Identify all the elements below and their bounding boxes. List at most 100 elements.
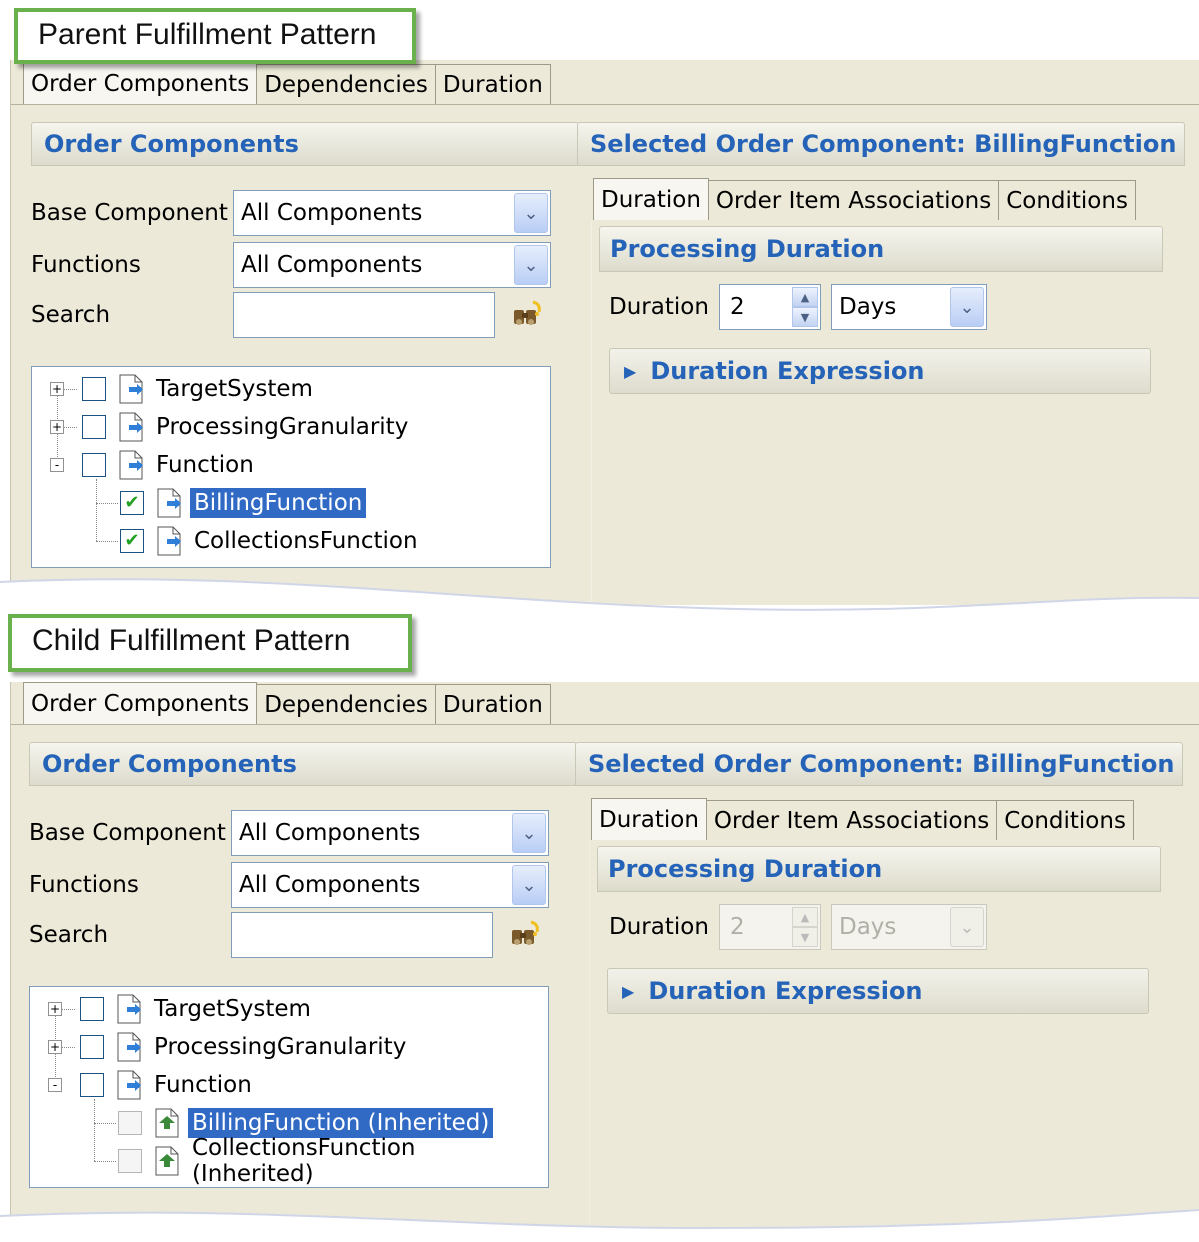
torn-edge <box>0 1209 1199 1242</box>
base-component-select[interactable]: All Components ⌄ <box>233 190 551 236</box>
chevron-down-icon[interactable]: ⌄ <box>512 865 546 905</box>
tree-node[interactable]: CollectionsFunction (Inherited) <box>118 1135 548 1187</box>
duration-unit-select-disabled: Days ⌄ <box>831 904 987 950</box>
editor-window: Order Components Dependencies Duration O… <box>10 682 1199 1227</box>
functions-value: All Components <box>241 252 423 278</box>
duration-label: Duration <box>609 914 709 940</box>
main-tabbar: Order Components Dependencies Duration <box>23 62 551 104</box>
base-component-value: All Components <box>239 820 421 846</box>
checkbox[interactable] <box>82 415 106 439</box>
tab-duration[interactable]: Duration <box>593 178 709 220</box>
pattern-label: Parent Fulfillment Pattern <box>14 8 416 64</box>
pattern-label: Child Fulfillment Pattern <box>8 614 412 672</box>
chevron-down-icon[interactable]: ⌄ <box>950 287 984 327</box>
checkbox-checked[interactable]: ✔ <box>120 491 144 515</box>
checkbox-disabled <box>118 1111 142 1135</box>
tree-node[interactable]: TargetSystem <box>80 992 315 1026</box>
child-pattern-panel: Child Fulfillment Pattern Order Componen… <box>0 614 1199 1242</box>
inherited-document-icon <box>155 1146 179 1176</box>
tab-conditions[interactable]: Conditions <box>996 800 1134 840</box>
tab-order-item-associations[interactable]: Order Item Associations <box>705 800 998 840</box>
search-label: Search <box>29 922 109 948</box>
tree-node-label: Function <box>156 452 254 478</box>
tab-dependencies[interactable]: Dependencies <box>256 684 436 724</box>
tree-node[interactable]: ✔ CollectionsFunction <box>120 524 422 558</box>
tree-node-label: Function <box>154 1072 252 1098</box>
tree-node[interactable]: Function <box>82 448 258 482</box>
base-component-label: Base Component <box>29 820 226 846</box>
functions-label: Functions <box>29 872 139 898</box>
expand-triangle-icon: ▶ <box>622 981 635 1001</box>
tab-duration[interactable]: Duration <box>591 798 707 840</box>
tree-node[interactable]: Function <box>80 1068 256 1102</box>
checkbox[interactable] <box>82 453 106 477</box>
tab-conditions[interactable]: Conditions <box>998 180 1136 220</box>
expand-icon[interactable]: + <box>48 1040 62 1054</box>
tree-node[interactable]: ✔ BillingFunction <box>120 486 367 520</box>
tree-node[interactable]: ProcessingGranularity <box>80 1030 410 1064</box>
collapse-icon[interactable]: - <box>48 1078 62 1092</box>
section-title: Selected Order Component: BillingFunctio… <box>588 750 1175 778</box>
section-title: Processing Duration <box>610 235 885 263</box>
section-title: Processing Duration <box>608 855 883 883</box>
section-title: Selected Order Component: BillingFunctio… <box>590 130 1177 158</box>
spin-up-icon[interactable]: ▲ <box>792 287 818 307</box>
document-icon <box>117 1032 141 1062</box>
duration-unit-value: Days <box>839 294 897 320</box>
duration-unit-select[interactable]: Days ⌄ <box>831 284 987 330</box>
expression-label: Duration Expression <box>648 977 923 1005</box>
order-components-header: Order Components <box>29 742 577 786</box>
tree-node-label: TargetSystem <box>154 996 311 1022</box>
right-tab-body <box>589 840 1163 1227</box>
spin-down-icon: ▼ <box>792 927 818 947</box>
right-tab-body <box>591 220 1165 605</box>
section-title: Order Components <box>44 130 299 158</box>
collapse-icon[interactable]: - <box>50 458 64 472</box>
tab-order-components[interactable]: Order Components <box>23 682 258 724</box>
spin-down-icon[interactable]: ▼ <box>792 307 818 327</box>
main-tabbar: Order Components Dependencies Duration <box>23 682 551 724</box>
tree-node-label: CollectionsFunction (Inherited) <box>191 1135 416 1187</box>
base-component-select[interactable]: All Components ⌄ <box>231 810 549 856</box>
tab-order-item-associations[interactable]: Order Item Associations <box>707 180 1000 220</box>
tree-node[interactable]: TargetSystem <box>82 372 317 406</box>
selected-component-header: Selected Order Component: BillingFunctio… <box>575 742 1183 786</box>
binoculars-search-icon[interactable] <box>511 298 545 332</box>
duration-value: 2 <box>730 914 745 940</box>
chevron-down-icon[interactable]: ⌄ <box>512 813 546 853</box>
duration-expression-toggle[interactable]: ▶ Duration Expression <box>609 348 1151 394</box>
checkbox[interactable] <box>80 1035 104 1059</box>
tab-dependencies[interactable]: Dependencies <box>256 64 436 104</box>
functions-select[interactable]: All Components ⌄ <box>233 242 551 288</box>
duration-expression-toggle[interactable]: ▶ Duration Expression <box>607 968 1149 1014</box>
checkbox-checked[interactable]: ✔ <box>120 529 144 553</box>
chevron-down-icon[interactable]: ⌄ <box>514 193 548 233</box>
duration-unit-value: Days <box>839 914 897 940</box>
tab-duration[interactable]: Duration <box>434 64 551 104</box>
tree-node[interactable]: ProcessingGranularity <box>82 410 412 444</box>
right-tabbar: Duration Order Item Associations Conditi… <box>593 178 1136 220</box>
base-component-label: Base Component <box>31 200 228 226</box>
checkbox[interactable] <box>80 1073 104 1097</box>
expand-triangle-icon: ▶ <box>624 361 637 381</box>
checkbox-disabled <box>118 1149 142 1173</box>
tab-order-components[interactable]: Order Components <box>23 62 258 104</box>
expand-icon[interactable]: + <box>48 1002 62 1016</box>
binoculars-search-icon[interactable] <box>509 918 543 952</box>
tree-node-label: ProcessingGranularity <box>156 414 409 440</box>
functions-select[interactable]: All Components ⌄ <box>231 862 549 908</box>
search-label: Search <box>31 302 111 328</box>
chevron-down-icon: ⌄ <box>950 907 984 947</box>
checkbox[interactable] <box>80 997 104 1021</box>
tab-duration[interactable]: Duration <box>434 684 551 724</box>
document-icon <box>157 526 181 556</box>
expand-icon[interactable]: + <box>50 382 64 396</box>
checkbox[interactable] <box>82 377 106 401</box>
expand-icon[interactable]: + <box>50 420 64 434</box>
search-input[interactable] <box>231 912 493 958</box>
duration-spinner[interactable]: 2 ▲ ▼ <box>719 284 821 330</box>
chevron-down-icon[interactable]: ⌄ <box>514 245 548 285</box>
search-input[interactable] <box>233 292 495 338</box>
right-tabbar: Duration Order Item Associations Conditi… <box>591 798 1134 840</box>
spin-up-icon: ▲ <box>792 907 818 927</box>
